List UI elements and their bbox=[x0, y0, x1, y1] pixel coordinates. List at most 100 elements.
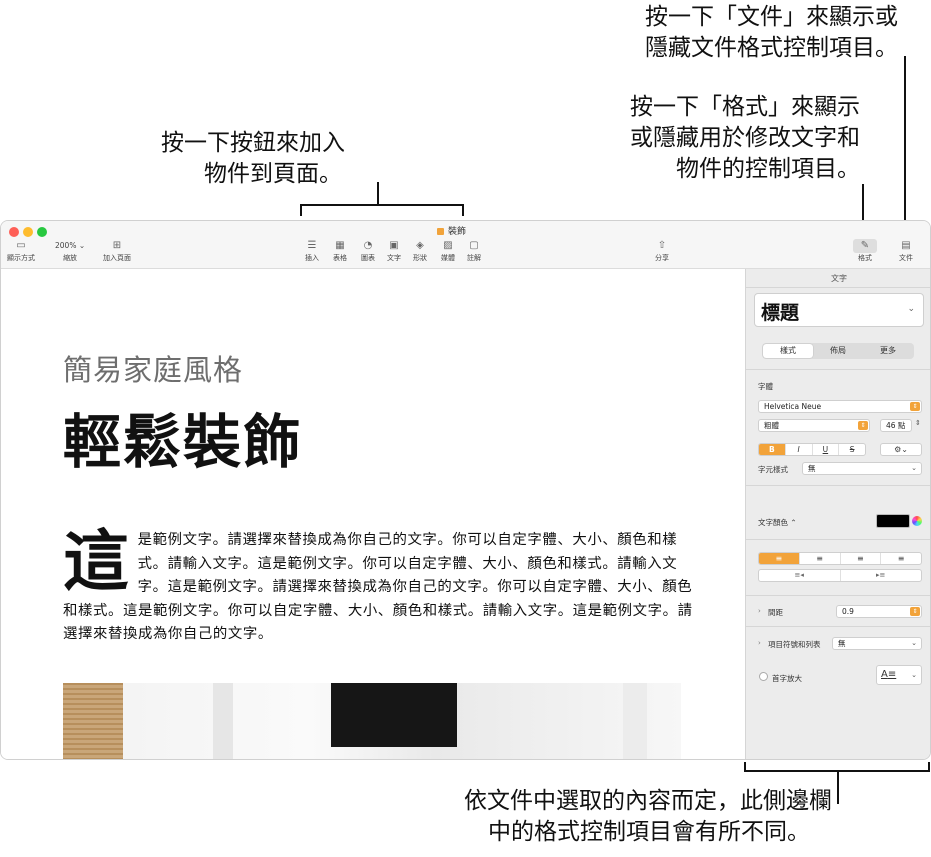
decrease-indent-button[interactable]: ≡◂ bbox=[759, 570, 841, 581]
font-size-value: 46 點 bbox=[886, 421, 906, 430]
toolbar: 裝飾 ▭ 顯示方式 200% ⌄ 縮放 ⊞ 加入頁面 ☰ 插入 ▦ 表格 ◔ 圖… bbox=[1, 221, 930, 269]
comment-button[interactable]: ▢ 註解 bbox=[467, 239, 481, 263]
chevron-down-icon: ⌄ bbox=[911, 639, 917, 647]
chevron-down-icon: ⌄ bbox=[911, 464, 917, 472]
chevron-down-icon: ⌄ bbox=[907, 304, 915, 314]
alignment-buttons: ≡ ≡ ≡ ≡ bbox=[758, 552, 922, 565]
drop-cap: 這 bbox=[63, 523, 130, 600]
sidebar-heading: 文字 bbox=[831, 274, 847, 283]
tab-layout[interactable]: 佈局 bbox=[813, 344, 863, 358]
font-weight-popup[interactable]: 粗體 ⇕ bbox=[758, 419, 870, 432]
tab-style[interactable]: 樣式 bbox=[763, 344, 813, 358]
align-right-button[interactable]: ≡ bbox=[841, 553, 882, 564]
text-color-label[interactable]: 文字顏色 ⌃ bbox=[758, 517, 797, 528]
bold-button[interactable]: B bbox=[759, 444, 786, 455]
font-size-stepper[interactable]: ⇕ bbox=[915, 419, 921, 427]
bullets-label[interactable]: 項目符號和列表 bbox=[768, 639, 821, 650]
bullets-popup[interactable]: 無 ⌄ bbox=[832, 637, 922, 650]
format-button[interactable]: ✎ 格式 bbox=[853, 239, 877, 263]
table-icon: ▦ bbox=[335, 240, 345, 251]
share-button[interactable]: ⇧ 分享 bbox=[655, 239, 669, 263]
document-icon bbox=[437, 228, 444, 235]
format-label: 格式 bbox=[858, 254, 872, 262]
minimize-window-button[interactable] bbox=[23, 227, 33, 237]
document-body-text[interactable]: 這是範例文字。請選擇來替換成為你自己的文字。你可以自定字體、大小、顏色和樣式。請… bbox=[63, 529, 693, 647]
photo-wood-panel bbox=[63, 683, 123, 759]
advanced-options-button[interactable]: ⚙⌄ bbox=[880, 443, 922, 456]
leader-add-vertical bbox=[377, 182, 379, 205]
font-family-popup[interactable]: Helvetica Neue ⇕ bbox=[758, 400, 922, 413]
justify-button[interactable]: ≡ bbox=[881, 553, 921, 564]
share-label: 分享 bbox=[655, 254, 669, 262]
divider bbox=[746, 595, 930, 596]
align-center-button[interactable]: ≡ bbox=[800, 553, 841, 564]
table-button[interactable]: ▦ 表格 bbox=[333, 239, 347, 263]
divider bbox=[746, 369, 930, 370]
leader-add-right-tick bbox=[462, 204, 464, 216]
document-canvas[interactable]: 簡易家庭風格 輕鬆裝飾 這是範例文字。請選擇來替換成為你自己的文字。你可以自定字… bbox=[1, 269, 745, 759]
callout-line: 按一下按鈕來加入 bbox=[161, 130, 345, 156]
zoom-label: 縮放 bbox=[63, 254, 78, 262]
increase-indent-button[interactable]: ▸≡ bbox=[841, 570, 922, 581]
close-window-button[interactable] bbox=[9, 227, 19, 237]
media-button[interactable]: ▨ 媒體 bbox=[441, 239, 455, 263]
fullscreen-window-button[interactable] bbox=[37, 227, 47, 237]
share-icon: ⇧ bbox=[657, 240, 667, 251]
align-left-button[interactable]: ≡ bbox=[759, 553, 800, 564]
add-page-label: 加入頁面 bbox=[103, 254, 131, 262]
document-label: 文件 bbox=[899, 254, 913, 262]
dropcap-style-popup[interactable]: A≡ ⌄ bbox=[876, 665, 922, 685]
view-label: 顯示方式 bbox=[7, 254, 35, 262]
popup-arrows-icon: ⇕ bbox=[858, 421, 868, 430]
callout-line: 按一下「格式」來顯示 bbox=[630, 94, 860, 120]
spacing-label[interactable]: 間距 bbox=[768, 607, 783, 618]
leader-sidebar-vertical bbox=[837, 770, 839, 804]
disclosure-arrow-icon[interactable]: › bbox=[758, 639, 761, 647]
document-photo[interactable] bbox=[63, 683, 681, 759]
comment-icon: ▢ bbox=[469, 240, 479, 251]
color-wheel-icon[interactable] bbox=[912, 516, 922, 526]
text-box-icon: ▣ bbox=[389, 240, 399, 251]
body-text: 是範例文字。請選擇來替換成為你自己的文字。你可以自定字體、大小、顏色和樣式。請輸… bbox=[63, 532, 693, 643]
pages-window: 裝飾 ▭ 顯示方式 200% ⌄ 縮放 ⊞ 加入頁面 ☰ 插入 ▦ 表格 ◔ 圖… bbox=[0, 220, 931, 760]
view-button[interactable]: ▭ 顯示方式 bbox=[7, 239, 35, 263]
strikethrough-button[interactable]: S bbox=[839, 444, 865, 455]
italic-button[interactable]: I bbox=[786, 444, 813, 455]
leader-sidebar-left-tick bbox=[744, 762, 746, 772]
text-color-swatch[interactable] bbox=[876, 514, 910, 528]
photo-picture-frame bbox=[331, 683, 457, 747]
callout-line: 物件到頁面。 bbox=[204, 161, 342, 187]
leader-add-bracket bbox=[300, 204, 464, 206]
paragraph-style-name: 標題 bbox=[761, 302, 800, 324]
window-title: 裝飾 bbox=[437, 224, 466, 237]
zoom-button[interactable]: 200% ⌄ 縮放 bbox=[51, 239, 89, 263]
spacing-value: 0.9 bbox=[842, 607, 854, 616]
dropcap-style-icon: A≡ bbox=[881, 669, 897, 680]
font-family-value: Helvetica Neue bbox=[764, 402, 822, 411]
tab-more[interactable]: 更多 bbox=[863, 344, 913, 358]
add-page-button[interactable]: ⊞ 加入頁面 bbox=[103, 239, 131, 263]
document-heading[interactable]: 輕鬆裝飾 bbox=[63, 395, 303, 479]
chart-icon: ◔ bbox=[363, 240, 373, 251]
document-button[interactable]: ▤ 文件 bbox=[899, 239, 913, 263]
disclosure-arrow-icon[interactable]: › bbox=[758, 607, 761, 615]
media-icon: ▨ bbox=[443, 240, 453, 251]
callout-line: 中的格式控制項目會有所不同。 bbox=[488, 819, 810, 845]
char-style-popup[interactable]: 無 ⌄ bbox=[802, 462, 922, 475]
add-page-icon: ⊞ bbox=[112, 240, 122, 251]
comment-label: 註解 bbox=[467, 254, 481, 262]
chevron-down-icon: ⌄ bbox=[911, 671, 917, 679]
document-subtitle[interactable]: 簡易家庭風格 bbox=[63, 347, 243, 389]
shape-button[interactable]: ◈ 形狀 bbox=[413, 239, 427, 263]
text-button[interactable]: ▣ 文字 bbox=[387, 239, 401, 263]
underline-button[interactable]: U bbox=[813, 444, 840, 455]
spacing-popup[interactable]: 0.9 ⇕ bbox=[836, 605, 922, 618]
chart-button[interactable]: ◔ 圖表 bbox=[361, 239, 375, 263]
insert-button[interactable]: ☰ 插入 bbox=[305, 239, 319, 263]
shape-label: 形狀 bbox=[413, 254, 427, 262]
callout-line: 隱藏文件格式控制項目。 bbox=[645, 35, 898, 61]
paragraph-style-popup[interactable]: 標題 ⌄ bbox=[754, 293, 924, 327]
dropcap-checkbox[interactable] bbox=[759, 672, 768, 681]
font-size-field[interactable]: 46 點 bbox=[880, 419, 912, 432]
divider bbox=[746, 626, 930, 627]
